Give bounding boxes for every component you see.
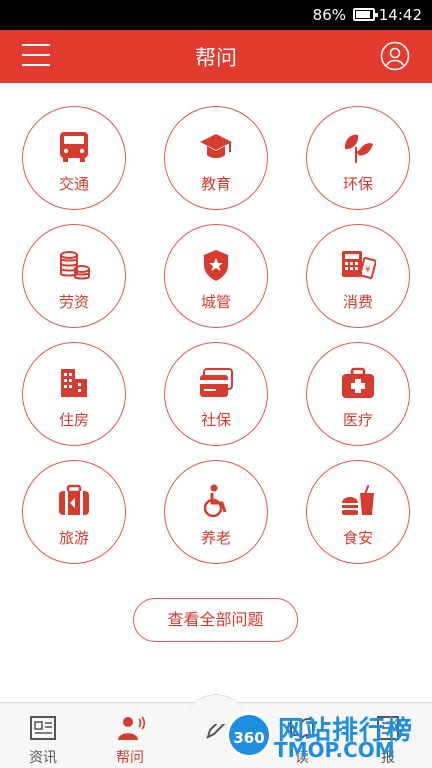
category-label: 住房 [58,411,89,429]
battery-icon [353,8,378,21]
svg-text:¥: ¥ [365,265,371,275]
tab-label: 帮问 [116,750,144,766]
watermark: 360 网站排行榜 TMOP.COM [226,708,432,768]
badge-icon [204,250,228,281]
medical-kit-icon [342,367,374,398]
battery-percentage: 86% [312,6,346,24]
category-label: 消费 [342,293,373,311]
graduation-cap-icon [200,134,232,158]
tab-bangwen[interactable]: 帮问 [100,713,160,767]
news-icon [30,716,56,740]
category-label: 社保 [200,411,231,429]
cash-register-icon: ¥ [342,251,376,280]
category-label: 旅游 [58,529,89,547]
category-elderly-care[interactable]: 养老 [164,460,268,564]
category-travel[interactable]: 旅游 [22,460,126,564]
category-city-management[interactable]: 城管 [164,224,268,328]
category-label: 交通 [58,175,89,193]
category-medical[interactable]: 医疗 [306,342,410,446]
app-header: 帮问 [0,30,432,83]
category-label: 教育 [200,175,231,193]
bus-icon [60,132,88,162]
tab-label: 资讯 [29,750,57,766]
category-label: 食安 [342,529,373,547]
view-all-questions-button[interactable]: 查看全部问题 [133,598,298,642]
clock: 14:42 [378,6,422,24]
tab-news[interactable]: 资讯 [13,713,73,767]
category-label: 养老 [200,529,231,547]
consult-icon [118,716,145,740]
watermark-en-text: TMOP.COM [274,738,395,762]
category-consumption[interactable]: ¥ 消费 [306,224,410,328]
category-housing[interactable]: 住房 [22,342,126,446]
category-education[interactable]: 教育 [164,106,268,210]
wheelchair-icon [203,484,227,518]
status-bar: 86% 14:42 [0,0,432,30]
building-icon [61,369,87,397]
category-environment[interactable]: 环保 [306,106,410,210]
leaves-icon [344,134,373,163]
category-food-safety[interactable]: 食安 [306,460,410,564]
coins-icon [60,251,90,280]
burger-drink-icon [342,484,374,515]
category-social-security[interactable]: 社保 [164,342,268,446]
category-label: 劳资 [58,293,89,311]
card-icon [200,368,233,397]
category-label: 城管 [200,293,231,311]
category-label: 环保 [342,175,373,193]
category-traffic[interactable]: 交通 [22,106,126,210]
watermark-logo: 360 [226,712,272,758]
luggage-icon [59,484,89,515]
user-profile-icon[interactable] [380,41,410,71]
category-labor[interactable]: 劳资 [22,224,126,328]
category-label: 医疗 [342,411,373,429]
page-title: 帮问 [195,46,237,70]
